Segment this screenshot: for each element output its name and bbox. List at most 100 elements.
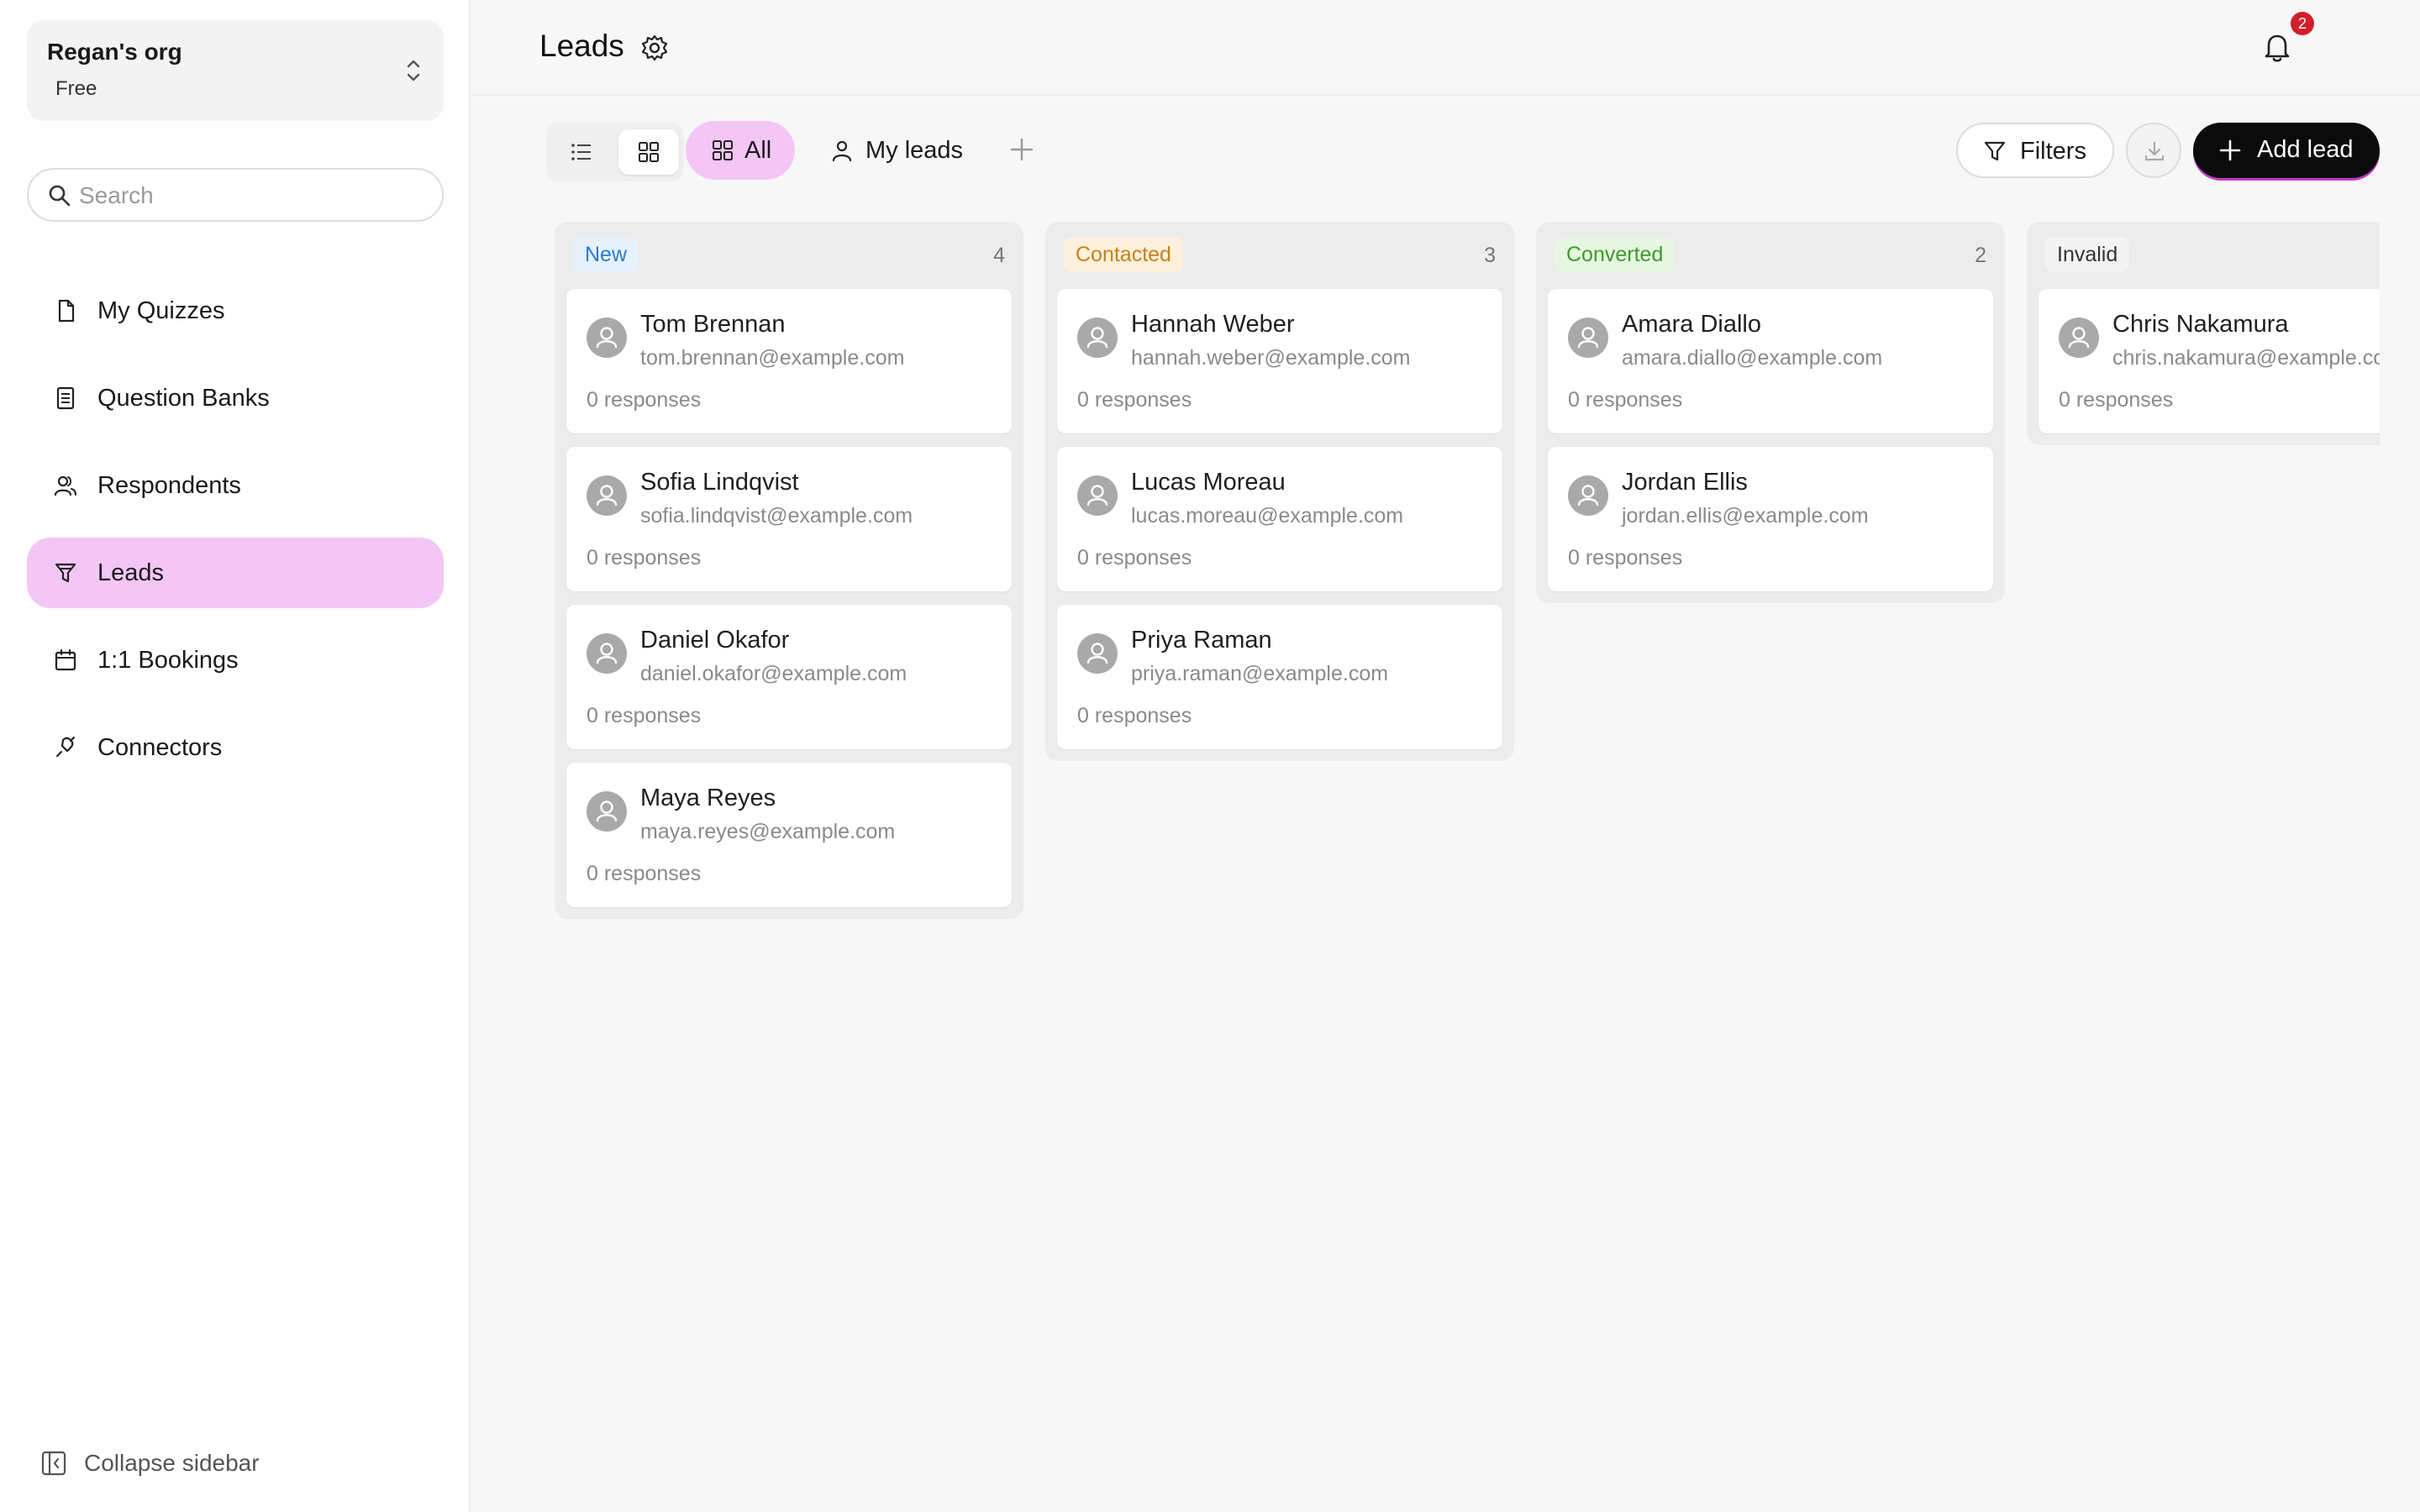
user-avatar-icon bbox=[2068, 327, 2090, 349]
lead-responses: 0 responses bbox=[1568, 546, 1683, 570]
lead-name: Tom Brennan bbox=[640, 311, 786, 338]
tab-my-leads[interactable]: My leads bbox=[823, 121, 975, 180]
sidebar-item-bookings[interactable]: 1:1 Bookings bbox=[27, 625, 444, 696]
lead-card[interactable]: Jordan Ellis jordan.ellis@example.com 0 … bbox=[1548, 447, 1993, 591]
lead-name: Chris Nakamura bbox=[2112, 311, 2289, 338]
status-badge: Invalid bbox=[2045, 237, 2130, 272]
lead-card[interactable]: Amara Diallo amara.diallo@example.com 0 … bbox=[1548, 289, 1993, 433]
lead-responses: 0 responses bbox=[1077, 704, 1192, 727]
sidebar-item-respondents[interactable]: Respondents bbox=[27, 450, 444, 521]
grid-view-icon bbox=[639, 142, 659, 162]
collapse-sidebar-button[interactable]: Collapse sidebar bbox=[40, 1446, 292, 1480]
sidebar-item-label: Respondents bbox=[97, 472, 241, 499]
search-box bbox=[27, 168, 444, 222]
sidebar-nav: My Quizzes Question Banks Respondents Le… bbox=[27, 276, 444, 800]
lead-name: Sofia Lindqvist bbox=[640, 469, 799, 496]
sidebar-item-leads[interactable]: Leads bbox=[27, 538, 444, 608]
column-count: 2 bbox=[1975, 244, 1986, 267]
lead-responses: 0 responses bbox=[2059, 388, 2174, 412]
calendar-icon bbox=[55, 648, 76, 671]
funnel-icon bbox=[55, 563, 76, 583]
plus-icon bbox=[2219, 139, 2241, 161]
status-badge: New bbox=[573, 237, 639, 272]
lead-name: Priya Raman bbox=[1131, 627, 1272, 654]
sidebar-item-question-banks[interactable]: Question Banks bbox=[27, 363, 444, 433]
collapse-sidebar-label: Collapse sidebar bbox=[84, 1450, 260, 1476]
lead-email: lucas.moreau@example.com bbox=[1131, 504, 1404, 528]
lead-email: chris.nakamura@example.com bbox=[2112, 346, 2380, 370]
grid-icon bbox=[713, 140, 733, 160]
lead-responses: 0 responses bbox=[1077, 388, 1192, 412]
collapse-sidebar-icon bbox=[41, 1451, 66, 1476]
page-header: Leads 2 bbox=[472, 0, 2420, 96]
avatar bbox=[1568, 475, 1608, 516]
bell-icon[interactable] bbox=[2259, 29, 2296, 66]
download-button[interactable] bbox=[2126, 123, 2181, 178]
search-input[interactable] bbox=[79, 178, 424, 213]
view-toggle bbox=[546, 123, 684, 181]
lead-card[interactable]: Lucas Moreau lucas.moreau@example.com 0 … bbox=[1057, 447, 1502, 591]
lead-responses: 0 responses bbox=[587, 388, 702, 412]
lead-name: Lucas Moreau bbox=[1131, 469, 1286, 496]
user-avatar-icon bbox=[1577, 485, 1599, 507]
column-invalid: Invalid Chris Nakamura chris.nakamura@ex… bbox=[2027, 222, 2380, 445]
chevron-up-down-icon bbox=[407, 60, 420, 81]
avatar bbox=[2059, 318, 2099, 358]
sidebar-item-label: Question Banks bbox=[97, 385, 270, 412]
download-icon bbox=[2144, 141, 2165, 161]
list-view-icon bbox=[571, 144, 591, 160]
toolbar: All My leads Filters Add lead bbox=[472, 96, 2420, 222]
sidebar-item-my-quizzes[interactable]: My Quizzes bbox=[27, 276, 444, 346]
user-icon bbox=[832, 140, 852, 162]
plug-icon bbox=[55, 736, 76, 758]
org-switcher[interactable]: Regan's org Free bbox=[27, 20, 444, 121]
lead-email: amara.diallo@example.com bbox=[1622, 346, 1883, 370]
list-icon bbox=[56, 386, 75, 410]
lead-responses: 0 responses bbox=[587, 862, 702, 885]
lead-email: priya.raman@example.com bbox=[1131, 662, 1389, 685]
avatar bbox=[587, 791, 627, 832]
lead-card[interactable]: Daniel Okafor daniel.okafor@example.com … bbox=[566, 605, 1012, 749]
user-avatar-icon bbox=[596, 485, 618, 507]
lead-card[interactable]: Hannah Weber hannah.weber@example.com 0 … bbox=[1057, 289, 1502, 433]
column-contacted: Contacted 3 Hannah Weber hannah.weber@ex… bbox=[1045, 222, 1514, 761]
list-view-button[interactable] bbox=[551, 129, 612, 175]
sidebar-item-label: Connectors bbox=[97, 734, 223, 761]
lead-card[interactable]: Tom Brennan tom.brennan@example.com 0 re… bbox=[566, 289, 1012, 433]
lead-responses: 0 responses bbox=[587, 546, 702, 570]
column-converted: Converted 2 Amara Diallo amara.diallo@ex… bbox=[1536, 222, 2005, 603]
lead-name: Jordan Ellis bbox=[1622, 469, 1748, 496]
lead-name: Amara Diallo bbox=[1622, 311, 1761, 338]
user-avatar-icon bbox=[1086, 485, 1108, 507]
sidebar-item-label: My Quizzes bbox=[97, 297, 225, 324]
notification-badge: 2 bbox=[2291, 12, 2314, 35]
lead-card[interactable]: Sofia Lindqvist sofia.lindqvist@example.… bbox=[566, 447, 1012, 591]
lead-email: jordan.ellis@example.com bbox=[1622, 504, 1869, 528]
filters-button[interactable]: Filters bbox=[1956, 123, 2114, 178]
lead-email: sofia.lindqvist@example.com bbox=[640, 504, 913, 528]
add-view-icon[interactable] bbox=[1008, 136, 1035, 163]
lead-card[interactable]: Chris Nakamura chris.nakamura@example.co… bbox=[2039, 289, 2380, 433]
add-lead-label: Add lead bbox=[2257, 136, 2354, 163]
board-view-button[interactable] bbox=[618, 129, 679, 175]
tab-all[interactable]: All bbox=[686, 121, 795, 180]
org-plan: Free bbox=[55, 77, 97, 100]
tab-all-label: All bbox=[744, 137, 772, 164]
user-avatar-icon bbox=[596, 327, 618, 349]
avatar bbox=[1077, 633, 1118, 674]
sidebar-item-connectors[interactable]: Connectors bbox=[27, 712, 444, 783]
sidebar-item-label: Leads bbox=[97, 559, 165, 586]
lead-name: Daniel Okafor bbox=[640, 627, 790, 654]
lead-name: Hannah Weber bbox=[1131, 311, 1295, 338]
lead-email: tom.brennan@example.com bbox=[640, 346, 905, 370]
add-lead-button[interactable]: Add lead bbox=[2193, 123, 2380, 178]
lead-name: Maya Reyes bbox=[640, 785, 776, 811]
column-new: New 4 Tom Brennan tom.brennan@example.co… bbox=[555, 222, 1023, 919]
lead-email: maya.reyes@example.com bbox=[640, 820, 896, 843]
gear-icon[interactable] bbox=[640, 34, 669, 62]
lead-card[interactable]: Priya Raman priya.raman@example.com 0 re… bbox=[1057, 605, 1502, 749]
sidebar-item-label: 1:1 Bookings bbox=[97, 647, 239, 674]
lead-card[interactable]: Maya Reyes maya.reyes@example.com 0 resp… bbox=[566, 763, 1012, 907]
document-icon bbox=[58, 299, 75, 323]
avatar bbox=[587, 633, 627, 674]
